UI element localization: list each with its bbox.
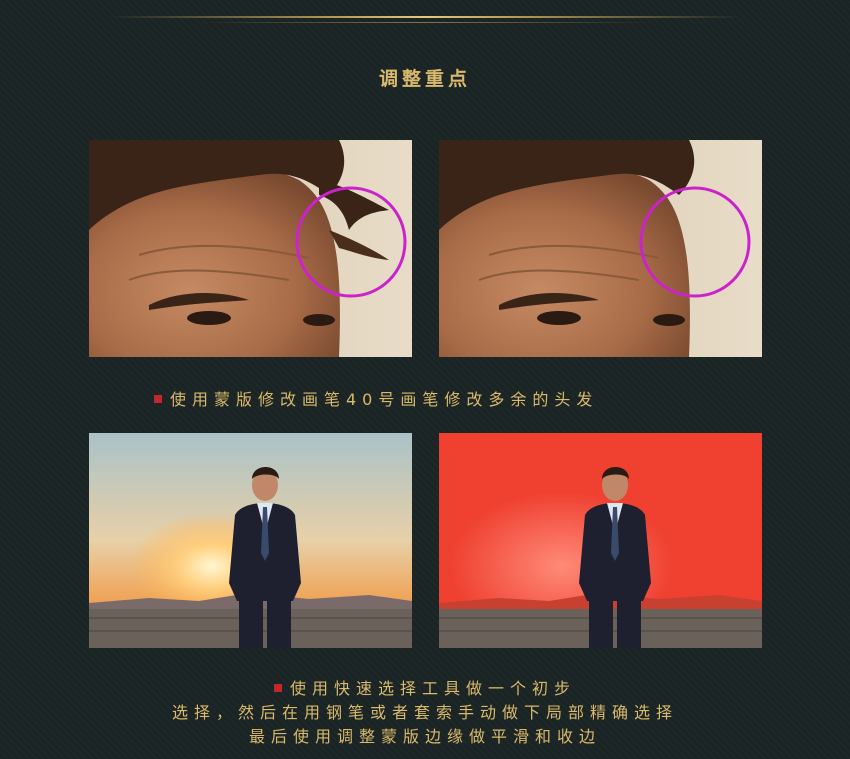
bullet-marker xyxy=(273,683,282,692)
bullet-marker xyxy=(154,394,162,403)
selection-mask-photo xyxy=(439,433,762,648)
instruction-line-1-text: 使用快速选择工具做一个初步 xyxy=(289,679,576,698)
selection-instructions: 使用快速选择工具做一个初步 选择，然后在用钢笔或者套索手动做下局部精确选择 最后… xyxy=(0,677,850,749)
top-divider xyxy=(110,16,740,18)
instruction-line-2: 选择，然后在用钢笔或者套索手动做下局部精确选择 xyxy=(171,703,678,722)
top-divider-thin xyxy=(200,22,650,23)
instruction-line-1: 使用快速选择工具做一个初步 xyxy=(0,677,850,701)
closeup-caption-text: 使用蒙版修改画笔40号画笔修改多余的头发 xyxy=(170,390,599,409)
original-sunset-photo xyxy=(89,433,412,648)
instruction-line-3: 最后使用调整蒙版边缘做平滑和收边 xyxy=(248,727,601,746)
after-closeup-photo xyxy=(439,140,762,357)
before-closeup-photo xyxy=(89,140,412,357)
section-title: 调整重点 xyxy=(378,68,471,90)
closeup-caption: 使用蒙版修改画笔40号画笔修改多余的头发 xyxy=(154,386,598,410)
